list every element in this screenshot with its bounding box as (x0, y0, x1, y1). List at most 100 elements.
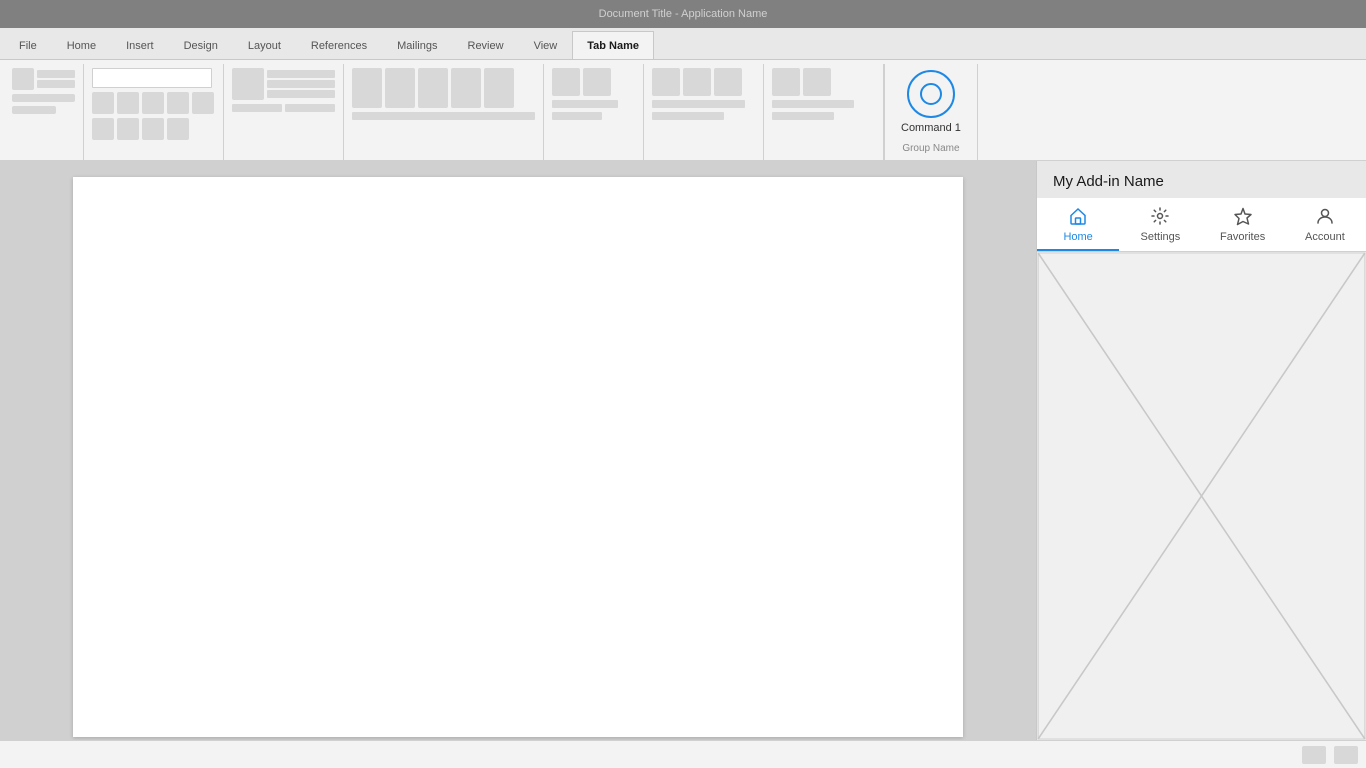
placeholder-gallery-item (451, 68, 481, 108)
sidebar-content (1037, 252, 1366, 740)
content-placeholder (1037, 252, 1366, 740)
tab-references[interactable]: References (296, 31, 382, 59)
placeholder-icon-1 (12, 68, 34, 90)
placeholder-bar (652, 112, 724, 120)
sidebar-nav-settings-label: Settings (1141, 231, 1181, 243)
ribbon-group-3-row (232, 68, 335, 100)
status-btn-1[interactable] (1302, 746, 1326, 764)
placeholder-gallery-item (484, 68, 514, 108)
placeholder-stack (267, 70, 335, 98)
command1-icon[interactable] (907, 70, 955, 118)
placeholder-bar (12, 106, 56, 114)
sidebar-nav-favorites[interactable]: Favorites (1202, 198, 1284, 251)
ribbon-group-5-label (552, 154, 635, 156)
placeholder-bar (267, 70, 335, 78)
sidebar-nav-account[interactable]: Account (1284, 198, 1366, 251)
document-canvas (0, 161, 1036, 740)
placeholder-icon (803, 68, 831, 96)
placeholder-icon (142, 118, 164, 140)
ribbon-group-6-row (652, 68, 755, 96)
ribbon-group-3-label (232, 154, 335, 156)
sidebar-nav-home-label: Home (1063, 231, 1092, 243)
ribbon-group-3-row2 (232, 104, 335, 112)
ribbon: File Home Insert Design Layout Reference… (0, 28, 1366, 161)
ribbon-group-4-label (352, 154, 535, 156)
placeholder-bar (352, 112, 535, 120)
sidebar-title: My Add-in Name (1037, 161, 1366, 198)
ribbon-group-command1: Command 1 Group Name (884, 64, 978, 160)
placeholder-bar (267, 80, 335, 88)
tab-review[interactable]: Review (453, 31, 519, 59)
home-icon (1068, 206, 1088, 229)
tab-view[interactable]: View (519, 31, 573, 59)
command1-label: Command 1 (901, 122, 961, 134)
ribbon-group-2-row2 (92, 118, 215, 140)
placeholder-bar (772, 100, 854, 108)
ribbon-group-1-label (12, 154, 75, 156)
placeholder-bar (552, 100, 618, 108)
favorites-icon (1233, 206, 1253, 229)
placeholder-icon (117, 92, 139, 114)
ribbon-group-2-label (92, 154, 215, 156)
sidebar-nav-home[interactable]: Home (1037, 198, 1119, 251)
sidebar-nav-account-label: Account (1305, 231, 1345, 243)
tab-home[interactable]: Home (52, 31, 111, 59)
placeholder-icon (652, 68, 680, 96)
placeholder-bar (37, 70, 75, 78)
ribbon-group-2-row (92, 92, 215, 114)
tab-design[interactable]: Design (169, 31, 233, 59)
tab-mailings[interactable]: Mailings (382, 31, 452, 59)
ribbon-group-2 (84, 64, 224, 160)
placeholder-icon (683, 68, 711, 96)
placeholder-icon (552, 68, 580, 96)
placeholder-stack-1 (37, 70, 75, 88)
ribbon-group-3 (224, 64, 344, 160)
placeholder-icon (142, 92, 164, 114)
placeholder-bar (285, 104, 335, 112)
title-bar-text: Document Title - Application Name (599, 8, 768, 20)
account-icon (1315, 206, 1335, 229)
placeholder-icon (772, 68, 800, 96)
ribbon-group-7 (764, 64, 884, 160)
tab-file[interactable]: File (4, 31, 52, 59)
placeholder-icon (92, 92, 114, 114)
tab-insert[interactable]: Insert (111, 31, 169, 59)
placeholder-icon (92, 118, 114, 140)
tab-layout[interactable]: Layout (233, 31, 296, 59)
group-name-label: Group Name (902, 143, 959, 158)
status-bar (0, 740, 1366, 768)
tab-tabname[interactable]: Tab Name (572, 31, 654, 59)
placeholder-gallery-item (385, 68, 415, 108)
placeholder-bar (772, 112, 834, 120)
placeholder-bar (37, 80, 75, 88)
ribbon-group-4 (344, 64, 544, 160)
placeholder-bar (267, 90, 335, 98)
placeholder-gallery-item (352, 68, 382, 108)
ribbon-group-6 (644, 64, 764, 160)
ribbon-group-7-label (772, 154, 875, 156)
placeholder-icon (714, 68, 742, 96)
status-btn-2[interactable] (1334, 746, 1358, 764)
sidebar-nav-settings[interactable]: Settings (1119, 198, 1201, 251)
placeholder-bar (652, 100, 745, 108)
title-bar: Document Title - Application Name (0, 0, 1366, 28)
ribbon-group-1-row1 (12, 68, 75, 90)
settings-icon (1150, 206, 1170, 229)
placeholder-gallery-item (418, 68, 448, 108)
ribbon-group-5 (544, 64, 644, 160)
ribbon-group-5-row (552, 68, 635, 96)
ribbon-tab-row: File Home Insert Design Layout Reference… (0, 28, 1366, 60)
placeholder-big-icon (232, 68, 264, 100)
placeholder-icon (192, 92, 214, 114)
placeholder-icon (583, 68, 611, 96)
document-page (73, 177, 963, 737)
placeholder-bar (552, 112, 602, 120)
sidebar-nav: Home Settings Favorites (1037, 198, 1366, 252)
ribbon-group-6-label (652, 154, 755, 156)
ribbon-group-1 (4, 64, 84, 160)
placeholder-icon (167, 118, 189, 140)
ribbon-input-placeholder[interactable] (92, 68, 212, 88)
ribbon-group-4-row (352, 68, 535, 108)
main-area: My Add-in Name Home Settin (0, 161, 1366, 740)
placeholder-icon (117, 118, 139, 140)
